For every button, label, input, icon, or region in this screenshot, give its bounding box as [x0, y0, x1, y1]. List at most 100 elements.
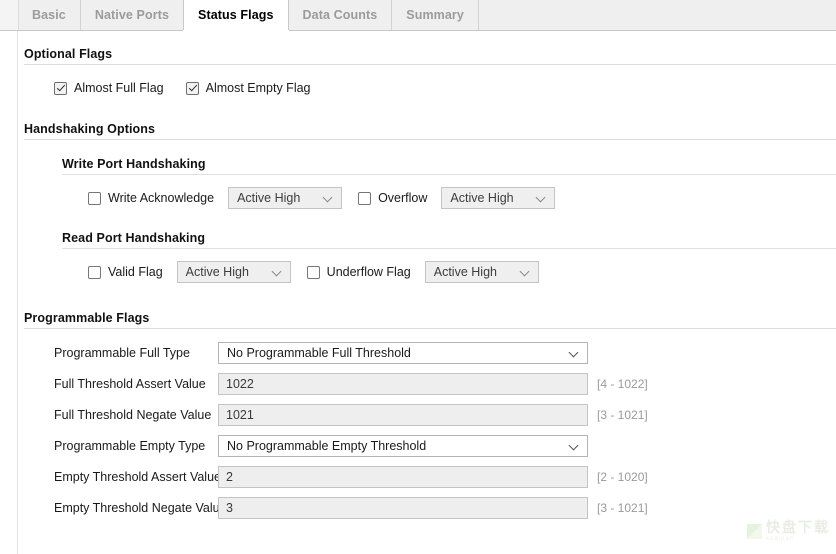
- checkbox-label: Write Acknowledge: [108, 191, 215, 205]
- checkbox-box-icon: [88, 191, 101, 205]
- tab-native-ports[interactable]: Native Ports: [80, 0, 185, 30]
- input-full-threshold-assert-value[interactable]: 1022: [218, 372, 588, 395]
- input-full-threshold-negate-value[interactable]: 1021: [218, 403, 588, 426]
- input-empty-threshold-negate-value[interactable]: 3: [218, 496, 588, 519]
- group-handshaking-options: Handshaking Options Write Port Handshaki…: [18, 95, 836, 283]
- checkbox-label: Overflow: [378, 191, 428, 205]
- field-label: Empty Threshold Negate Value: [54, 500, 227, 515]
- select-write-acknowledge-polarity[interactable]: Active High: [228, 187, 343, 209]
- select-valid-flag-polarity[interactable]: Active High: [176, 261, 291, 283]
- write-port-row: Write Acknowledge Active High Overflow A…: [18, 187, 836, 209]
- checkbox-box-icon: [306, 265, 320, 279]
- read-port-row: Valid Flag Active High Underflow Flag Ac…: [18, 261, 836, 283]
- watermark-logo-icon: [747, 523, 762, 539]
- select-programmable-full-type[interactable]: No Programmable Full Threshold: [218, 341, 588, 364]
- subgroup-write-port-handshaking: Write Port Handshaking Write Acknowledge…: [18, 140, 836, 209]
- select-overflow-polarity[interactable]: Active High: [441, 187, 556, 209]
- field-range: [2 - 1020]: [597, 469, 648, 484]
- tab-status-flags[interactable]: Status Flags: [183, 0, 289, 31]
- select-value: Active High: [237, 191, 301, 205]
- optional-flags-checkbox-row: Almost Full Flag Almost Empty Flag: [18, 81, 836, 95]
- tab-bar: Basic Native Ports Status Flags Data Cou…: [0, 0, 836, 31]
- tab-basic[interactable]: Basic: [18, 0, 81, 30]
- field-wrap: 3: [218, 496, 588, 519]
- checkbox-almost-empty-flag[interactable]: Almost Empty Flag: [185, 81, 311, 95]
- select-programmable-empty-type[interactable]: No Programmable Empty Threshold: [218, 434, 588, 457]
- watermark: 快盘下载 kuaipan: [747, 520, 830, 542]
- select-value: Active High: [450, 191, 514, 205]
- input-empty-threshold-assert-value[interactable]: 2: [218, 465, 588, 488]
- select-value: No Programmable Empty Threshold: [227, 438, 427, 453]
- tab-label: Basic: [32, 8, 66, 22]
- tab-label: Summary: [406, 8, 464, 22]
- row-full-threshold-assert-value: Full Threshold Assert Value 1022 [4 - 10…: [18, 368, 836, 399]
- field-label: Empty Threshold Assert Value: [54, 469, 221, 484]
- status-flags-panel: Optional Flags Almost Full Flag Almost E…: [0, 31, 836, 554]
- select-value: No Programmable Full Threshold: [227, 345, 411, 360]
- field-wrap: No Programmable Empty Threshold: [218, 434, 588, 457]
- row-empty-threshold-assert-value: Empty Threshold Assert Value 2 [2 - 1020…: [18, 461, 836, 492]
- checkbox-label: Underflow Flag: [326, 265, 411, 279]
- input-value: 1022: [226, 376, 254, 391]
- field-label: Programmable Full Type: [54, 345, 190, 360]
- row-programmable-full-type: Programmable Full Type No Programmable F…: [18, 337, 836, 368]
- subgroup-divider: [62, 248, 836, 249]
- watermark-subtext: kuaipan: [766, 536, 795, 542]
- group-title-optional-flags: Optional Flags: [24, 47, 113, 61]
- group-title-programmable-flags: Programmable Flags: [24, 311, 150, 325]
- subgroup-title-write-port: Write Port Handshaking: [62, 157, 206, 171]
- input-value: 1021: [226, 407, 254, 422]
- input-value: 3: [226, 500, 233, 515]
- checkbox-label: Valid Flag: [108, 265, 163, 279]
- group-programmable-flags: Programmable Flags Programmable Full Typ…: [18, 283, 836, 523]
- tab-summary[interactable]: Summary: [392, 0, 479, 30]
- tab-data-counts[interactable]: Data Counts: [288, 0, 393, 30]
- chevron-down-icon: [570, 441, 579, 450]
- field-label: Programmable Empty Type: [54, 438, 206, 453]
- subgroup-divider: [62, 174, 836, 175]
- chevron-down-icon: [570, 348, 579, 357]
- input-value: 2: [226, 469, 233, 484]
- watermark-text-stack: 快盘下载 kuaipan: [766, 520, 830, 542]
- checkbox-label: Almost Empty Flag: [205, 81, 311, 95]
- group-divider: [24, 328, 836, 329]
- checkmark-icon: [54, 81, 67, 95]
- field-range: [3 - 1021]: [597, 500, 648, 515]
- field-label: Full Threshold Negate Value: [54, 407, 212, 422]
- group-title-handshaking-options: Handshaking Options: [24, 122, 156, 136]
- select-value: Active High: [433, 265, 497, 279]
- tab-label: Native Ports: [94, 8, 170, 22]
- chevron-down-icon: [521, 267, 530, 276]
- field-wrap: 1022: [218, 372, 588, 395]
- field-wrap: 1021: [218, 403, 588, 426]
- checkbox-box-icon: [358, 191, 372, 205]
- checkbox-overflow[interactable]: Overflow: [358, 191, 427, 205]
- subgroup-read-port-handshaking: Read Port Handshaking Valid Flag Active …: [18, 209, 836, 283]
- checkbox-valid-flag[interactable]: Valid Flag: [88, 265, 163, 279]
- group-divider: [24, 64, 836, 65]
- tab-bar-filler: [478, 0, 836, 30]
- programmable-flags-rows: Programmable Full Type No Programmable F…: [18, 337, 836, 523]
- checkmark-icon: [185, 81, 199, 95]
- field-range: [3 - 1021]: [597, 407, 648, 422]
- row-full-threshold-negate-value: Full Threshold Negate Value 1021 [3 - 10…: [18, 399, 836, 430]
- select-value: Active High: [185, 265, 249, 279]
- checkbox-label: Almost Full Flag: [74, 81, 164, 95]
- field-wrap: No Programmable Full Threshold: [218, 341, 588, 364]
- checkbox-box-icon: [88, 265, 101, 279]
- chevron-down-icon: [537, 193, 546, 202]
- select-underflow-flag-polarity[interactable]: Active High: [424, 261, 539, 283]
- row-empty-threshold-negate-value: Empty Threshold Negate Value 3 [3 - 1021…: [18, 492, 836, 523]
- subgroup-title-read-port: Read Port Handshaking: [62, 231, 206, 245]
- field-range: [4 - 1022]: [597, 376, 648, 391]
- tab-label: Data Counts: [302, 8, 378, 22]
- chevron-down-icon: [273, 267, 282, 276]
- checkbox-underflow-flag[interactable]: Underflow Flag: [306, 265, 411, 279]
- row-programmable-empty-type: Programmable Empty Type No Programmable …: [18, 430, 836, 461]
- checkbox-almost-full-flag[interactable]: Almost Full Flag: [54, 81, 164, 95]
- field-label: Full Threshold Assert Value: [54, 376, 206, 391]
- field-wrap: 2: [218, 465, 588, 488]
- chevron-down-icon: [324, 193, 333, 202]
- tab-label: Status Flags: [198, 8, 274, 22]
- checkbox-write-acknowledge[interactable]: Write Acknowledge: [88, 191, 214, 205]
